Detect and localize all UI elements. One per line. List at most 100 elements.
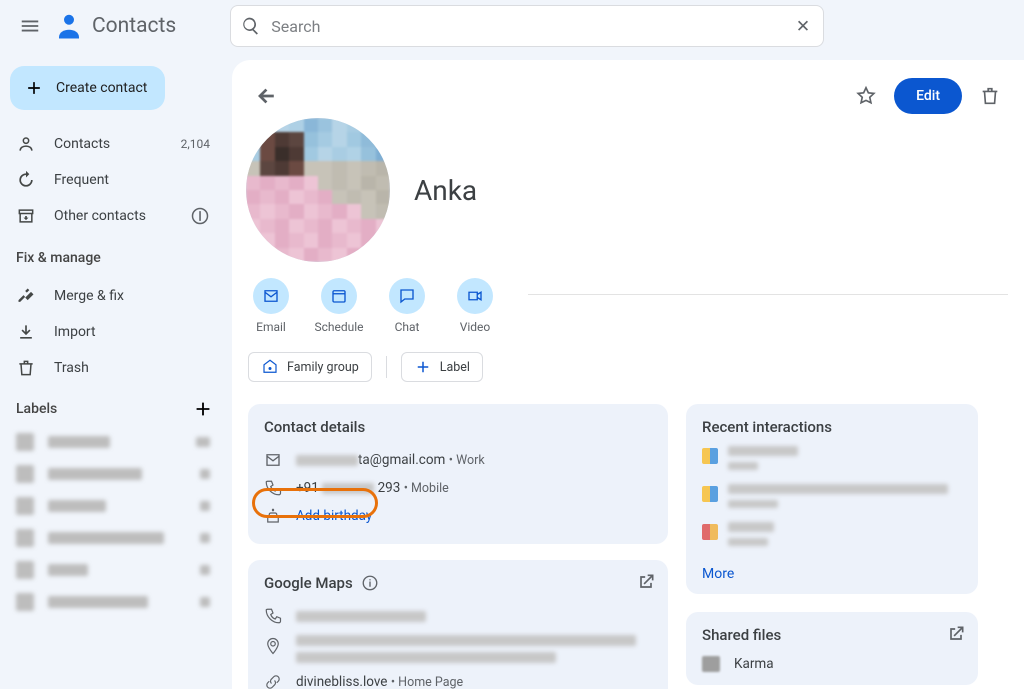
email-icon [262, 287, 280, 305]
detail-email-row[interactable]: ta@gmail.com • Work [264, 446, 652, 474]
main-menu-button[interactable] [10, 6, 50, 46]
add-birthday-row[interactable]: Add birthday [264, 502, 652, 530]
label-item[interactable] [10, 490, 224, 522]
labels-heading: Labels [16, 401, 57, 417]
recent-more-link[interactable]: More [702, 566, 734, 582]
video-icon [466, 287, 484, 305]
detail-phone-row[interactable]: +91 293 • Mobile [264, 474, 652, 502]
sidebar: Create contact Contacts 2,104 Frequent O… [0, 52, 232, 689]
quick-chat-button[interactable] [389, 278, 425, 314]
label-item[interactable] [10, 522, 224, 554]
nav-label: Trash [54, 360, 89, 376]
google-maps-card: Google Maps divinebliss. [248, 560, 668, 689]
nav-label: Merge & fix [54, 288, 124, 304]
recent-item[interactable] [702, 522, 962, 546]
redacted-value [296, 611, 426, 622]
back-button[interactable] [248, 78, 284, 114]
quick-video-button[interactable] [457, 278, 493, 314]
chip-separator [386, 356, 387, 378]
maps-address-row[interactable] [264, 630, 652, 668]
delete-button[interactable] [972, 78, 1008, 114]
contact-detail-panel: Edit Anka Email Schedule Chat Video [232, 60, 1024, 689]
maps-website-row[interactable]: divinebliss.love • Home Page [264, 668, 652, 689]
label-item[interactable] [10, 458, 224, 490]
arrow-back-icon [255, 85, 277, 107]
contact-name: Anka [414, 174, 477, 207]
download-icon [16, 322, 36, 342]
nav-other-contacts[interactable]: Other contacts [10, 198, 224, 234]
quick-email-button[interactable] [253, 278, 289, 314]
history-icon [16, 170, 36, 190]
quick-schedule-button[interactable] [321, 278, 357, 314]
calendar-icon [330, 287, 348, 305]
avatar-row: Anka [246, 118, 1008, 262]
quick-label: Schedule [314, 320, 363, 334]
open-in-new-button[interactable] [636, 572, 656, 596]
info-icon[interactable] [190, 206, 210, 226]
recent-item[interactable] [702, 446, 962, 470]
star-outline-icon [855, 85, 877, 107]
labels-heading-row: Labels [10, 386, 224, 426]
search-box[interactable] [230, 5, 824, 47]
card-title: Shared files [702, 626, 962, 644]
quick-chat: Chat [384, 278, 430, 334]
divider [528, 294, 1008, 295]
family-icon [261, 358, 279, 376]
doc-icon [702, 486, 718, 502]
app-title: Contacts [92, 14, 176, 38]
open-in-new-button[interactable] [946, 624, 966, 648]
family-group-chip[interactable]: Family group [248, 352, 372, 382]
app-logo[interactable]: Contacts [54, 11, 176, 41]
card-title: Recent interactions [702, 418, 962, 436]
shared-files-card: Shared files Karma [686, 612, 978, 685]
label-item[interactable] [10, 554, 224, 586]
label-item[interactable] [10, 586, 224, 618]
nav-label: Other contacts [54, 208, 146, 224]
fix-manage-heading: Fix & manage [10, 234, 224, 274]
quick-actions-row: Email Schedule Chat Video [248, 278, 1008, 334]
add-label-icon[interactable] [192, 398, 214, 420]
label-item[interactable] [10, 426, 224, 458]
open-in-new-icon [636, 572, 656, 592]
search-wrap [230, 5, 1012, 47]
person-icon [16, 134, 36, 154]
clear-search-icon[interactable] [793, 16, 813, 36]
nav-merge-fix[interactable]: Merge & fix [10, 278, 224, 314]
nav-frequent[interactable]: Frequent [10, 162, 224, 198]
card-title: Contact details [264, 418, 652, 436]
nav-trash[interactable]: Trash [10, 350, 224, 386]
cards-row: Contact details ta@gmail.com • Work +91 … [248, 404, 1008, 689]
create-contact-button[interactable]: Create contact [10, 66, 165, 110]
tools-icon [16, 286, 36, 306]
recent-item[interactable] [702, 484, 962, 508]
doc-icon [702, 448, 718, 464]
hamburger-icon [19, 15, 41, 37]
top-action-row: Edit [248, 78, 1008, 114]
maps-phone-row[interactable] [264, 602, 652, 630]
labels-list [10, 426, 224, 618]
edit-button[interactable]: Edit [894, 78, 962, 114]
contact-avatar[interactable] [246, 118, 390, 262]
star-button[interactable] [848, 78, 884, 114]
add-birthday-link[interactable]: Add birthday [296, 508, 372, 524]
search-icon [241, 16, 261, 36]
nav-fix-manage: Merge & fix Import Trash [10, 278, 224, 386]
nav-contacts[interactable]: Contacts 2,104 [10, 126, 224, 162]
info-icon[interactable] [361, 574, 379, 592]
shared-file-row[interactable]: Karma [702, 654, 962, 677]
contact-details-card: Contact details ta@gmail.com • Work +91 … [248, 404, 668, 544]
nav-import[interactable]: Import [10, 314, 224, 350]
redacted-address [296, 635, 636, 663]
quick-video: Video [452, 278, 498, 334]
quick-label: Chat [395, 320, 420, 334]
trash-icon [979, 85, 1001, 107]
nav-primary: Contacts 2,104 Frequent Other contacts [10, 126, 224, 234]
email-icon [264, 451, 282, 469]
add-label-chip[interactable]: Label [401, 352, 483, 382]
chat-icon [398, 287, 416, 305]
plus-icon [24, 78, 44, 98]
search-input[interactable] [271, 17, 783, 36]
phone-icon [264, 607, 282, 625]
header: Contacts [0, 0, 1024, 52]
recent-interactions-card: Recent interactions More [686, 404, 978, 594]
